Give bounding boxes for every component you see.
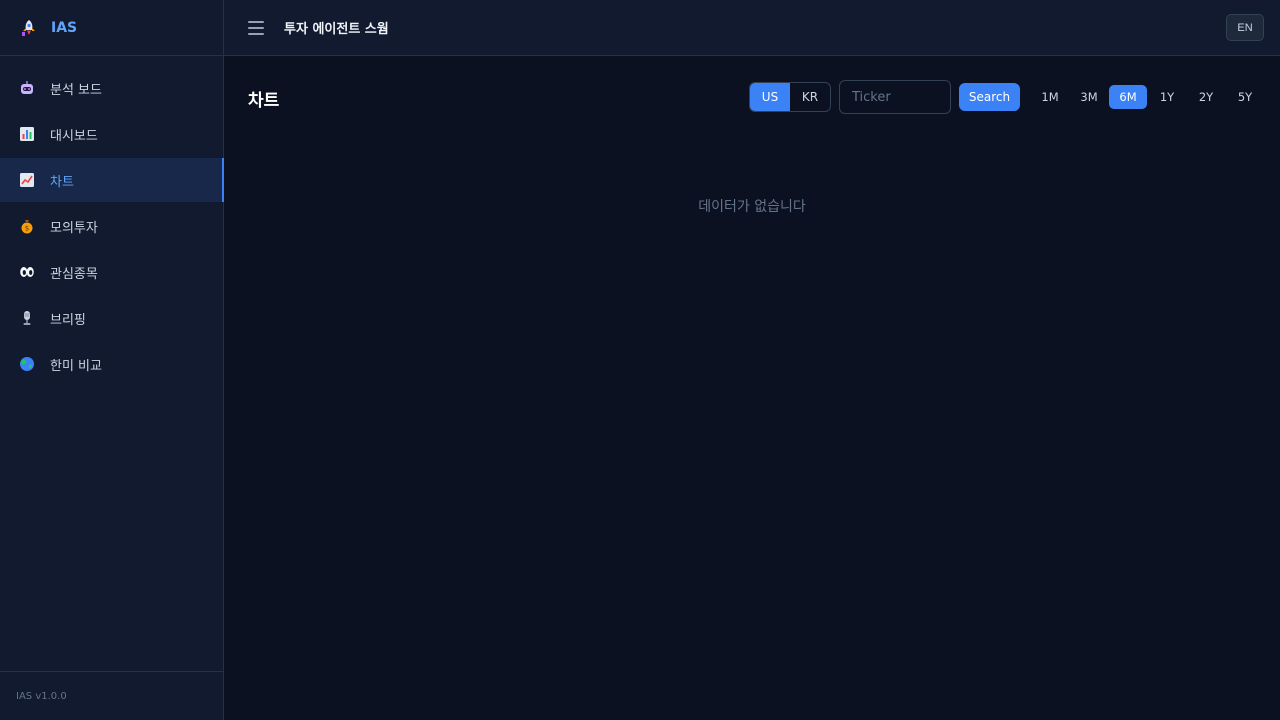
sidebar: IAS 분석 보드 대시보드 차트 $ 모의투자 관심종목 브리핑 한미 비교 … [0,0,224,720]
sidebar-item-briefing[interactable]: 브리핑 [0,296,223,340]
sidebar-item-label: 모의투자 [50,220,98,236]
sidebar-item-label: 브리핑 [50,312,86,328]
line-chart-icon [19,172,35,188]
eyes-icon [19,264,35,280]
sidebar-item-analysis-board[interactable]: 분석 보드 [0,66,223,110]
money-bag-icon: $ [19,218,35,234]
ticker-input[interactable] [839,80,951,114]
sidebar-item-label: 분석 보드 [50,82,102,98]
top-header: 투자 에이전트 스웜 EN [224,0,1280,56]
market-toggle: US KR [749,82,831,112]
svg-text:$: $ [25,225,29,233]
chart-controls: US KR Search 1M 3M 6M 1Y 2Y 5Y [749,80,1264,114]
sidebar-item-chart[interactable]: 차트 [0,158,224,202]
period-5y-button[interactable]: 5Y [1226,85,1264,109]
sidebar-item-label: 차트 [50,174,74,190]
version-label: IAS v1.0.0 [0,671,223,720]
period-selector: 1M 3M 6M 1Y 2Y 5Y [1030,85,1264,109]
empty-state-message: 데이터가 없습니다 [698,199,806,215]
period-1y-button[interactable]: 1Y [1148,85,1186,109]
sidebar-item-dashboard[interactable]: 대시보드 [0,112,223,156]
bar-chart-icon [19,126,35,142]
market-us-button[interactable]: US [750,83,790,111]
language-toggle-button[interactable]: EN [1226,14,1264,41]
app-root: IAS 분석 보드 대시보드 차트 $ 모의투자 관심종목 브리핑 한미 비교 … [0,0,1280,720]
sidebar-item-kr-us-compare[interactable]: 한미 비교 [0,342,223,386]
brand-name: IAS [51,19,78,36]
page-title: 차트 [248,91,280,111]
main-area: 투자 에이전트 스웜 EN 차트 US KR Search 1M 3M 6M 1… [224,0,1280,720]
robot-icon [19,80,35,96]
sidebar-item-watchlist[interactable]: 관심종목 [0,250,223,294]
brand[interactable]: IAS [0,0,223,56]
period-6m-button[interactable]: 6M [1109,85,1147,109]
microphone-icon [19,310,35,326]
sidebar-item-label: 한미 비교 [50,358,102,374]
search-button[interactable]: Search [959,83,1020,111]
app-title: 투자 에이전트 스웜 [284,22,389,37]
period-1m-button[interactable]: 1M [1031,85,1069,109]
globe-icon [19,356,35,372]
sidebar-item-label: 관심종목 [50,266,98,282]
period-3m-button[interactable]: 3M [1070,85,1108,109]
sidebar-nav: 분석 보드 대시보드 차트 $ 모의투자 관심종목 브리핑 한미 비교 [0,56,224,386]
sidebar-item-label: 대시보드 [50,128,98,144]
rocket-logo-icon [19,18,39,38]
period-2y-button[interactable]: 2Y [1187,85,1225,109]
sidebar-item-mock-investment[interactable]: $ 모의투자 [0,204,223,248]
market-kr-button[interactable]: KR [790,83,830,111]
chart-page: 차트 US KR Search 1M 3M 6M 1Y 2Y 5Y 데이터가 없… [224,56,1280,720]
hamburger-menu-icon[interactable] [248,20,264,35]
